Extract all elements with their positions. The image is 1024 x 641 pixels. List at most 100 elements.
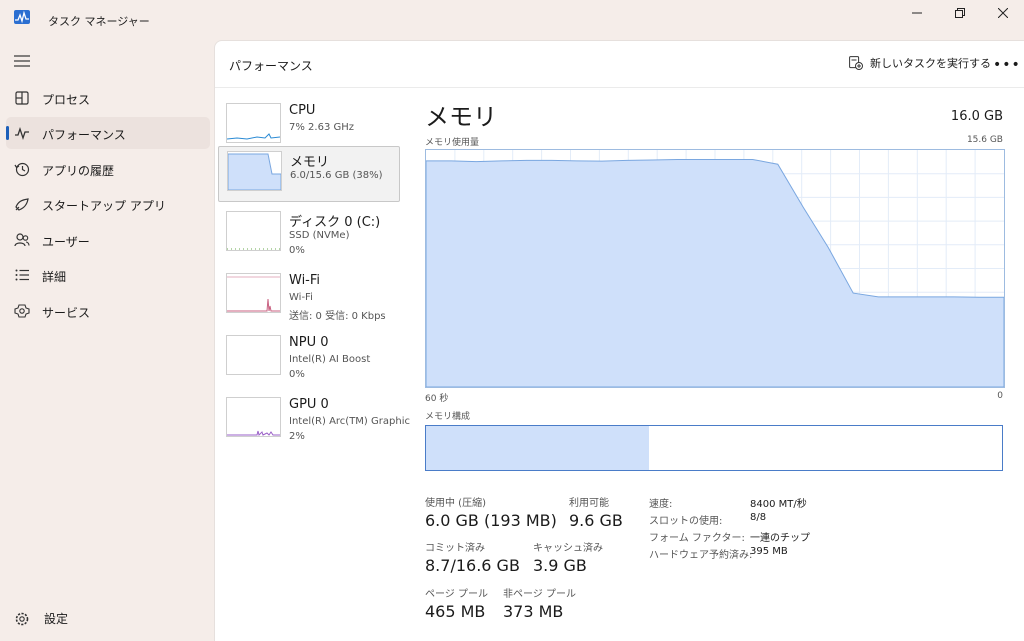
resource-wifi[interactable]: Wi-Fi Wi-Fi 送信: 0 受信: 0 Kbps [218, 269, 398, 323]
close-icon [998, 8, 1008, 18]
gpu-thumbnail-graph [226, 397, 281, 437]
details-icon [15, 269, 29, 281]
performance-icon [15, 126, 29, 141]
resource-cpu[interactable]: CPU 7% 2.63 GHz [218, 99, 398, 153]
sidebar-item-label: ユーザー [42, 235, 90, 249]
resource-npu[interactable]: NPU 0 Intel(R) AI Boost 0% [218, 331, 398, 385]
sidebar-item-details[interactable]: 詳細 [6, 259, 210, 291]
resource-subtext: 6.0/15.6 GB (38%) [290, 170, 383, 181]
resource-value: 0% [289, 245, 305, 256]
available-value: 9.6 GB [569, 511, 623, 530]
spec-slots-value: 8/8 [750, 512, 767, 523]
window-title: タスク マネージャー [48, 15, 150, 28]
sidebar-item-startup-apps[interactable]: スタートアップ アプリ [6, 188, 210, 220]
nonpaged-pool-value: 373 MB [503, 602, 564, 621]
sidebar-item-label: アプリの履歴 [42, 164, 115, 178]
in-use-value: 6.0 GB (193 MB) [425, 511, 557, 530]
more-options-button[interactable]: ••• [993, 57, 1021, 73]
task-manager-app-icon [14, 10, 30, 24]
header-divider [215, 87, 1024, 88]
restore-icon [955, 8, 965, 18]
run-new-task-button[interactable]: 新しいタスクを実行する [849, 55, 991, 71]
cached-value: 3.9 GB [533, 556, 587, 575]
settings-label: 設定 [44, 612, 69, 626]
gear-icon [15, 612, 29, 625]
sidebar-item-label: スタートアップ アプリ [42, 199, 166, 213]
graph-x-left-label: 60 秒 [425, 394, 449, 404]
resource-subtext: 7% 2.63 GHz [289, 122, 355, 133]
committed-label: コミット済み [425, 543, 485, 554]
wifi-thumbnail-graph [226, 273, 281, 313]
resource-subtext: Wi-Fi [289, 292, 313, 303]
resource-value: 送信: 0 受信: 0 Kbps [289, 311, 386, 322]
spec-hw-reserved-value: 395 MB [750, 546, 788, 557]
spec-speed-value: 8400 MT/秒 [750, 499, 807, 510]
graph-x-right-label: 0 [997, 391, 1003, 401]
history-icon [14, 162, 30, 177]
resource-name: CPU [289, 103, 316, 118]
paged-pool-value: 465 MB [425, 602, 486, 621]
page-title: パフォーマンス [229, 59, 313, 73]
sidebar-item-services[interactable]: サービス [6, 295, 210, 327]
cached-label: キャッシュ済み [533, 543, 603, 554]
sidebar-item-processes[interactable]: プロセス [6, 82, 210, 114]
usage-graph-label: メモリ使用量 [425, 138, 480, 148]
users-icon [14, 233, 30, 247]
minimize-button[interactable] [896, 0, 938, 26]
cpu-thumbnail-graph [226, 103, 281, 143]
resource-name: メモリ [290, 155, 330, 170]
resource-name: NPU 0 [289, 335, 329, 350]
committed-value: 8.7/16.6 GB [425, 556, 520, 575]
memory-thumbnail-graph [227, 151, 282, 191]
detail-title: メモリ [425, 103, 497, 131]
resource-name: ディスク 0 (C:) [289, 215, 381, 230]
composition-label: メモリ構成 [425, 412, 471, 422]
close-button[interactable] [982, 0, 1024, 26]
composition-standby [649, 426, 795, 470]
title-bar: タスク マネージャー [0, 0, 1024, 40]
new-task-icon [849, 56, 863, 70]
disk-thumbnail-graph [226, 211, 281, 251]
sidebar-item-label: パフォーマンス [42, 128, 126, 142]
active-indicator [6, 126, 9, 140]
available-label: 利用可能 [569, 498, 609, 509]
resource-gpu[interactable]: GPU 0 Intel(R) Arc(TM) Graphic 2% [218, 393, 410, 447]
sidebar: プロセス パフォーマンス アプリの履歴 スタートアップ アプリ ユーザー 詳細 … [0, 40, 214, 640]
resource-memory[interactable]: メモリ 6.0/15.6 GB (38%) [218, 146, 400, 202]
sidebar-item-users[interactable]: ユーザー [6, 224, 210, 256]
usage-graph-max: 15.6 GB [966, 135, 1003, 145]
memory-composition-bar [425, 425, 1003, 471]
resource-value: 0% [289, 369, 305, 380]
composition-free [794, 426, 1002, 470]
new-task-label: 新しいタスクを実行する [870, 57, 991, 70]
sidebar-item-label: プロセス [42, 93, 91, 107]
sidebar-item-performance[interactable]: パフォーマンス [6, 117, 210, 149]
startup-icon [15, 198, 29, 211]
restore-button[interactable] [939, 0, 981, 26]
services-icon [14, 304, 30, 318]
spec-speed-key: 速度: [649, 499, 673, 510]
resource-value: 2% [289, 431, 305, 442]
main-panel: パフォーマンス 新しいタスクを実行する ••• CPU 7% 2.63 GHz … [214, 40, 1024, 641]
npu-thumbnail-graph [226, 335, 281, 375]
composition-in-use [426, 426, 650, 470]
settings-button[interactable]: 設定 [14, 610, 68, 627]
spec-hw-reserved-key: ハードウェア予約済み: [649, 550, 753, 561]
hamburger-menu-icon[interactable] [14, 54, 30, 68]
in-use-label: 使用中 (圧縮) [425, 498, 486, 509]
memory-total: 16.0 GB [950, 109, 1003, 124]
paged-pool-label: ページ プール [425, 589, 488, 600]
resource-subtext: Intel(R) AI Boost [289, 354, 371, 365]
spec-form-factor-value: 一連のチップ [750, 533, 810, 544]
memory-usage-graph [425, 149, 1005, 388]
resource-subtext: Intel(R) Arc(TM) Graphic [289, 416, 410, 427]
spec-form-factor-key: フォーム ファクター: [649, 533, 745, 544]
nonpaged-pool-label: 非ページ プール [503, 589, 576, 600]
sidebar-item-app-history[interactable]: アプリの履歴 [6, 153, 210, 185]
resource-name: Wi-Fi [289, 273, 321, 288]
minimize-icon [912, 12, 922, 14]
sidebar-item-label: サービス [42, 306, 91, 320]
sidebar-item-label: 詳細 [42, 270, 67, 284]
resource-subtext: SSD (NVMe) [289, 230, 350, 241]
resource-disk[interactable]: ディスク 0 (C:) SSD (NVMe) 0% [218, 207, 398, 261]
